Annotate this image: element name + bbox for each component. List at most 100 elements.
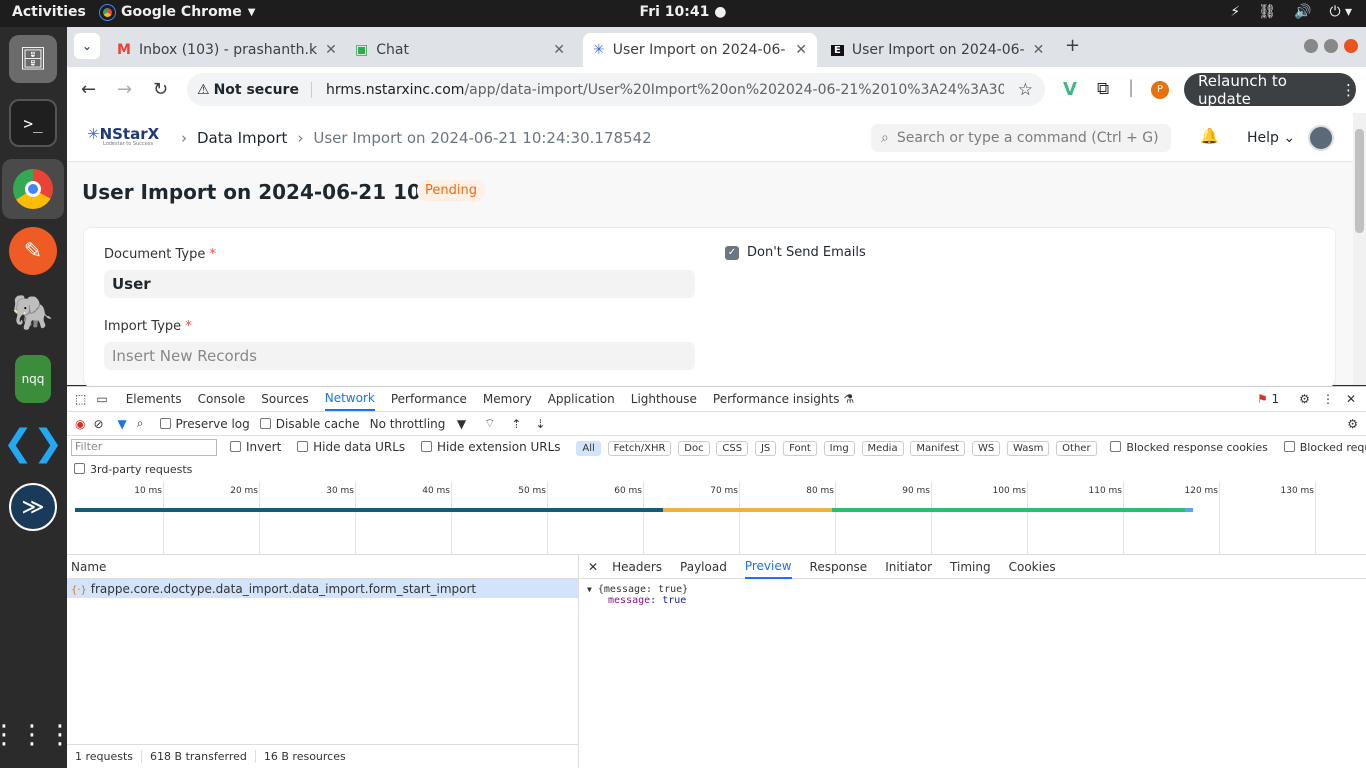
new-tab-button[interactable]: + — [1065, 35, 1080, 56]
type-media[interactable]: Media — [861, 441, 904, 456]
tab-payload[interactable]: Payload — [680, 560, 727, 574]
tab-memory[interactable]: Memory — [483, 392, 532, 406]
tab-lighthouse[interactable]: Lighthouse — [631, 392, 697, 406]
export-har-icon[interactable]: ⇣ — [535, 417, 545, 431]
tab-chat[interactable]: ▣ Chat ✕ — [345, 33, 575, 67]
close-icon[interactable]: ✕ — [1033, 42, 1045, 58]
doctype-field[interactable]: User — [104, 270, 695, 298]
tab-preview[interactable]: Preview — [744, 555, 792, 579]
page-scrollbar[interactable] — [1353, 113, 1366, 385]
tab-inbox[interactable]: M Inbox (103) - prashanth.k ✕ — [107, 33, 337, 67]
show-apps-icon[interactable]: ⋮⋮⋮ — [0, 711, 73, 759]
type-fetch-xhr[interactable]: Fetch/XHR — [607, 441, 672, 456]
more-icon[interactable]: ⋮ — [1341, 81, 1356, 99]
close-icon[interactable]: ✕ — [553, 42, 565, 58]
tab-initiator[interactable]: Initiator — [885, 560, 932, 574]
throttling-select[interactable]: No throttling ▼ — [370, 417, 466, 431]
tab-response[interactable]: Response — [810, 560, 868, 574]
filter-input[interactable]: Filter — [71, 439, 217, 456]
close-icon[interactable]: ✕ — [325, 42, 337, 58]
record-icon[interactable]: ◉ — [75, 417, 85, 431]
files-icon[interactable]: 🗄 — [9, 35, 57, 83]
network-timeline[interactable]: 10 ms 20 ms 30 ms 40 ms 50 ms 60 ms 70 ms 80 ms… — [67, 482, 1366, 555]
breadcrumb-current[interactable]: User Import on 2024-06-21 10:24:30.17854… — [313, 129, 651, 147]
import-type-field[interactable]: Insert New Records — [104, 342, 695, 370]
reload-button[interactable]: ↻ — [153, 79, 168, 100]
network-settings-icon[interactable]: ⚙ — [1347, 417, 1358, 431]
hide-extension-urls-checkbox[interactable]: Hide extension URLs — [421, 440, 561, 454]
address-bar[interactable]: ⚠ Not secure hrms.nstarxinc.com /app/dat… — [187, 73, 1045, 106]
tab-user-import[interactable]: E User Import on 2024-06- ✕ — [821, 33, 1051, 67]
star-icon[interactable]: ☆ — [1018, 80, 1033, 100]
type-css[interactable]: CSS — [716, 441, 749, 456]
close-devtools-icon[interactable]: ✕ — [1346, 392, 1356, 406]
system-tray[interactable]: ⚡ ⛓ 🔊 ⏻ ▾ — [1230, 4, 1352, 20]
tab-headers[interactable]: Headers — [612, 560, 662, 574]
inspect-icon[interactable]: ⬚ — [75, 392, 86, 406]
more-options-icon[interactable]: ⋮ — [1322, 392, 1334, 406]
security-chip[interactable]: Not secure — [214, 81, 312, 98]
hide-data-urls-checkbox[interactable]: Hide data URLs — [297, 440, 405, 454]
type-other[interactable]: Other — [1056, 441, 1097, 456]
network-icon[interactable]: ⛓ — [1258, 4, 1276, 20]
disable-cache-checkbox[interactable]: Disable cache — [259, 417, 360, 431]
tab-performance-insights[interactable]: Performance insights — [713, 392, 840, 406]
search-input[interactable]: ⌕ Search or type a command (Ctrl + G) — [871, 124, 1171, 152]
tab-application[interactable]: Application — [548, 392, 615, 406]
back-button[interactable]: ← — [81, 79, 96, 100]
blocked-cookies-checkbox[interactable]: Blocked response cookies — [1110, 441, 1268, 454]
chrome-icon[interactable] — [2, 159, 64, 219]
tab-timing[interactable]: Timing — [950, 560, 991, 574]
issues-badge[interactable]: ⚑ 1 — [1257, 392, 1279, 406]
type-wasm[interactable]: Wasm — [1007, 441, 1050, 456]
maximize-button[interactable] — [1324, 39, 1338, 53]
tab-console[interactable]: Console — [198, 392, 246, 406]
vscode-icon[interactable]: ❮❯ — [3, 419, 63, 467]
user-avatar[interactable] — [1308, 125, 1334, 151]
clock[interactable]: Fri 10:41 ● — [0, 4, 1366, 20]
search-icon[interactable]: ⌕ — [137, 416, 144, 431]
app-icon[interactable]: ≫ — [9, 483, 57, 531]
type-js[interactable]: JS — [754, 441, 777, 456]
extensions-icon[interactable]: ⧉ — [1097, 79, 1109, 99]
postman-icon[interactable]: ✎ — [9, 227, 57, 275]
type-font[interactable]: Font — [783, 441, 817, 456]
minimize-button[interactable] — [1304, 39, 1318, 53]
help-dropdown[interactable]: Help ⌄ — [1247, 130, 1295, 146]
type-doc[interactable]: Doc — [678, 441, 710, 456]
device-toolbar-icon[interactable]: ▭ — [96, 392, 107, 406]
close-icon[interactable]: ✕ — [795, 42, 807, 58]
tab-performance[interactable]: Performance — [391, 392, 467, 406]
app-logo[interactable]: ✳NStarX Lodestar to Success — [87, 125, 159, 147]
close-window-button[interactable] — [1344, 39, 1358, 53]
tab-cookies[interactable]: Cookies — [1009, 560, 1056, 574]
name-column-header[interactable]: Name — [67, 555, 578, 579]
preserve-log-checkbox[interactable]: Preserve log — [159, 417, 250, 431]
settings-gear-icon[interactable]: ⚙ — [1299, 392, 1310, 406]
tab-network[interactable]: Network — [324, 387, 375, 411]
type-ws[interactable]: WS — [971, 441, 1001, 456]
type-img[interactable]: Img — [823, 441, 855, 456]
close-details-icon[interactable]: ✕ — [588, 560, 598, 574]
triangle-down-icon[interactable]: ▼ — [587, 585, 592, 594]
volume-icon[interactable]: 🔊 — [1294, 4, 1311, 20]
tab-search-button[interactable]: ⌄ — [74, 33, 100, 59]
postgres-icon[interactable]: 🐘 — [9, 289, 57, 337]
type-manifest[interactable]: Manifest — [910, 441, 966, 456]
zoom-icon[interactable]: ⚡ — [1230, 4, 1240, 20]
power-icon[interactable]: ⏻ ▾ — [1329, 4, 1352, 20]
profile-avatar[interactable]: P — [1151, 81, 1169, 99]
vue-extension-icon[interactable]: V — [1063, 79, 1077, 100]
filter-icon[interactable]: ▼ — [118, 417, 127, 431]
breadcrumb-data-import[interactable]: Data Import — [197, 129, 287, 147]
nqq-icon[interactable]: nqq — [15, 355, 51, 403]
third-party-checkbox[interactable]: 3rd-party requests — [74, 463, 192, 476]
notifications-bell-icon[interactable]: 🔔 — [1200, 127, 1219, 145]
tab-sources[interactable]: Sources — [261, 392, 308, 406]
type-all[interactable]: All — [576, 441, 601, 456]
terminal-icon[interactable]: >_ — [9, 99, 57, 147]
tab-user-import-active[interactable]: ✳ User Import on 2024-06- ✕ — [583, 33, 817, 67]
import-har-icon[interactable]: ⇡ — [511, 417, 521, 431]
relaunch-button[interactable]: Relaunch to update ⋮ — [1184, 72, 1356, 108]
blocked-requests-checkbox[interactable]: Blocked requests — [1283, 441, 1366, 454]
